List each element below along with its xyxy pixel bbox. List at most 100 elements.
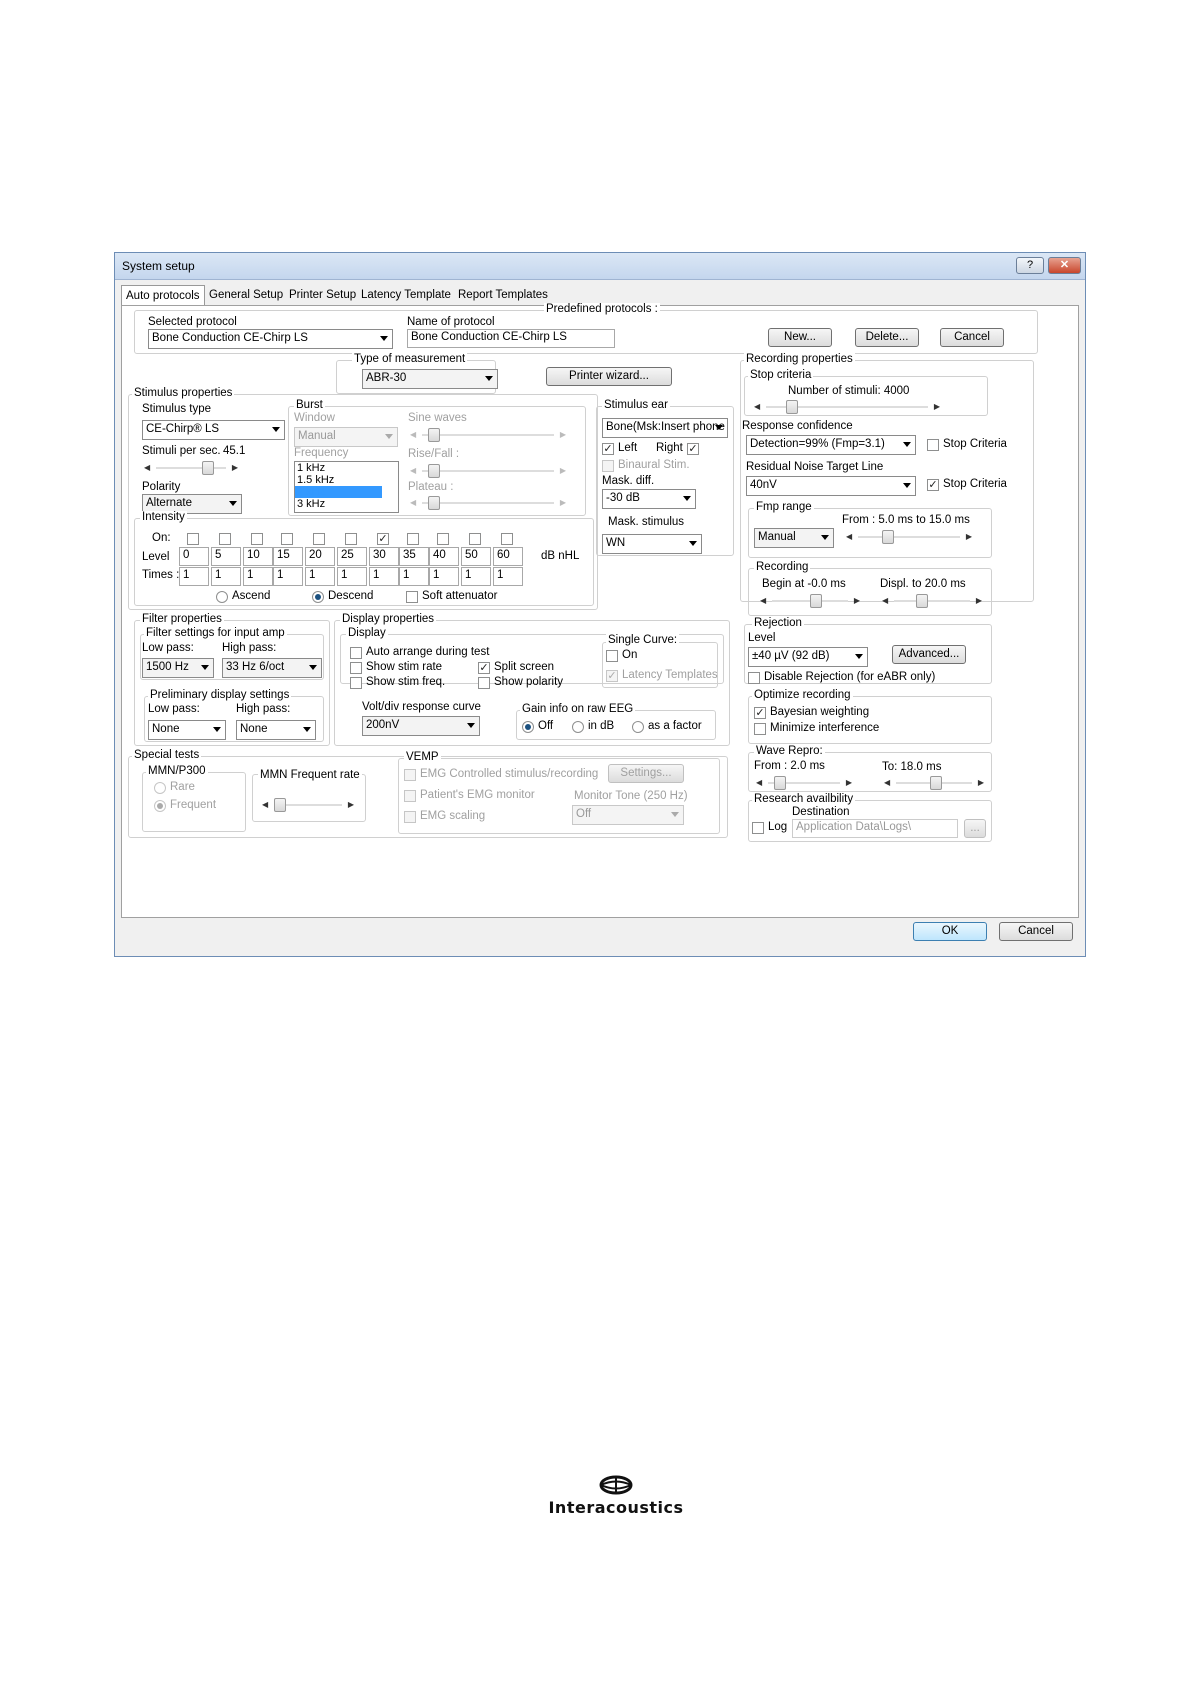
latency-templates-checkbox[interactable]: ✓ (606, 670, 618, 682)
slider-thumb[interactable] (882, 530, 894, 544)
monitor-tone-dropdown[interactable]: Off (572, 805, 684, 825)
stop-criteria-confidence-checkbox[interactable] (927, 439, 939, 451)
intensity-level-input[interactable]: 35 (399, 547, 429, 566)
advanced-button[interactable]: Advanced... (892, 645, 966, 664)
intensity-times-input[interactable]: 1 (243, 567, 273, 586)
intensity-times-input[interactable]: 1 (461, 567, 491, 586)
soft-attenuator-checkbox[interactable] (406, 591, 418, 603)
intensity-times-input[interactable]: 1 (273, 567, 303, 586)
intensity-level-input[interactable]: 10 (243, 547, 273, 566)
display-to-slider[interactable]: ◀ ▶ (880, 594, 984, 608)
slider-thumb[interactable] (774, 776, 786, 790)
mask-stimulus-dropdown[interactable]: WN (602, 534, 702, 554)
show-stim-freq-checkbox[interactable] (350, 677, 362, 689)
intensity-level-input[interactable]: 0 (179, 547, 209, 566)
emg-monitor-checkbox[interactable] (404, 790, 416, 802)
ok-button[interactable]: OK (913, 922, 987, 941)
residual-noise-dropdown[interactable]: 40nV (746, 476, 916, 496)
sine-waves-slider[interactable]: ◀ ▶ (408, 428, 568, 442)
slider-thumb[interactable] (428, 464, 440, 478)
destination-input[interactable]: Application Data\Logs\ (792, 819, 958, 838)
tab-auto-protocols[interactable]: Auto protocols (121, 285, 205, 306)
slider-thumb[interactable] (274, 798, 286, 812)
intensity-on-checkbox[interactable] (501, 533, 513, 545)
list-item[interactable]: 1 kHz (295, 462, 398, 474)
intensity-level-input[interactable]: 5 (211, 547, 241, 566)
left-ear-checkbox[interactable]: ✓ (602, 443, 614, 455)
rare-radio[interactable] (154, 782, 166, 794)
intensity-on-checkbox[interactable] (345, 533, 357, 545)
emg-controlled-checkbox[interactable] (404, 769, 416, 781)
list-item-selected[interactable]: 2 kHz (295, 486, 382, 498)
tab-report-templates[interactable]: Report Templates (454, 285, 552, 305)
slider-thumb[interactable] (202, 461, 214, 475)
ascend-radio[interactable] (216, 591, 228, 603)
selected-protocol-dropdown[interactable]: Bone Conduction CE-Chirp LS (148, 329, 393, 349)
slider-thumb[interactable] (810, 594, 822, 608)
mask-diff-dropdown[interactable]: -30 dB (602, 489, 696, 509)
stop-criteria-noise-checkbox[interactable]: ✓ (927, 479, 939, 491)
intensity-times-input[interactable]: 1 (399, 567, 429, 586)
close-button[interactable]: ✕ (1048, 257, 1081, 274)
prelim-high-pass-dropdown[interactable]: None (236, 720, 316, 740)
stimulus-ear-dropdown[interactable]: Bone(Msk:Insert phone (602, 418, 728, 438)
gain-factor-radio[interactable] (632, 721, 644, 733)
intensity-on-checkbox[interactable] (313, 533, 325, 545)
gain-db-radio[interactable] (572, 721, 584, 733)
intensity-on-checkbox[interactable] (187, 533, 199, 545)
intensity-times-input[interactable]: 1 (179, 567, 209, 586)
split-screen-checkbox[interactable]: ✓ (478, 662, 490, 674)
emg-scaling-checkbox[interactable] (404, 811, 416, 823)
minimize-interference-checkbox[interactable] (754, 723, 766, 735)
log-checkbox[interactable] (752, 822, 764, 834)
tab-general-setup[interactable]: General Setup (205, 285, 287, 305)
help-button[interactable]: ? (1016, 257, 1044, 274)
begin-at-slider[interactable]: ◀ ▶ (758, 594, 862, 608)
new-protocol-button[interactable]: New... (768, 328, 832, 347)
tab-latency-template[interactable]: Latency Template (357, 285, 455, 305)
printer-wizard-button[interactable]: Printer wizard... (546, 367, 672, 386)
bayesian-weighting-checkbox[interactable]: ✓ (754, 707, 766, 719)
tab-printer-setup[interactable]: Printer Setup (285, 285, 360, 305)
vemp-settings-button[interactable]: Settings... (608, 764, 684, 783)
intensity-level-input[interactable]: 60 (493, 547, 523, 566)
slider-thumb[interactable] (930, 776, 942, 790)
response-confidence-dropdown[interactable]: Detection=99% (Fmp=3.1) (746, 435, 916, 455)
frequent-radio[interactable] (154, 800, 166, 812)
stimulus-type-dropdown[interactable]: CE-Chirp® LS (142, 420, 285, 440)
intensity-level-input[interactable]: 50 (461, 547, 491, 566)
intensity-times-input[interactable]: 1 (369, 567, 399, 586)
fmp-range-dropdown[interactable]: Manual (754, 528, 834, 548)
gain-off-radio[interactable] (522, 721, 534, 733)
slider-thumb[interactable] (428, 428, 440, 442)
intensity-on-checkbox[interactable]: ✓ (377, 533, 389, 545)
intensity-times-input[interactable]: 1 (337, 567, 367, 586)
number-of-stimuli-slider[interactable]: ◀ ▶ (752, 400, 942, 414)
intensity-level-input[interactable]: 15 (273, 547, 303, 566)
cancel-button[interactable]: Cancel (999, 922, 1073, 941)
intensity-on-checkbox[interactable] (219, 533, 231, 545)
wave-repro-to-slider[interactable]: ◀ ▶ (882, 776, 986, 790)
show-polarity-checkbox[interactable] (478, 677, 490, 689)
plateau-slider[interactable]: ◀ ▶ (408, 496, 568, 510)
intensity-on-checkbox[interactable] (469, 533, 481, 545)
intensity-level-input[interactable]: 40 (429, 547, 459, 566)
wave-repro-from-slider[interactable]: ◀ ▶ (754, 776, 854, 790)
intensity-level-input[interactable]: 25 (337, 547, 367, 566)
frequency-list[interactable]: 1 kHz 1.5 kHz 2 kHz 3 kHz (294, 461, 399, 513)
descend-radio[interactable] (312, 591, 324, 603)
intensity-level-input[interactable]: 30 (369, 547, 399, 566)
browse-button[interactable]: ... (964, 819, 986, 838)
single-curve-on-checkbox[interactable] (606, 650, 618, 662)
auto-arrange-checkbox[interactable] (350, 647, 362, 659)
intensity-on-checkbox[interactable] (437, 533, 449, 545)
rise-fall-slider[interactable]: ◀ ▶ (408, 464, 568, 478)
fmp-range-slider[interactable]: ◀ ▶ (844, 530, 974, 544)
slider-thumb[interactable] (786, 400, 798, 414)
binaural-checkbox[interactable] (602, 460, 614, 472)
intensity-on-checkbox[interactable] (407, 533, 419, 545)
list-item[interactable]: 1.5 kHz (295, 474, 398, 486)
intensity-level-input[interactable]: 20 (305, 547, 335, 566)
show-stim-rate-checkbox[interactable] (350, 662, 362, 674)
intensity-times-input[interactable]: 1 (305, 567, 335, 586)
